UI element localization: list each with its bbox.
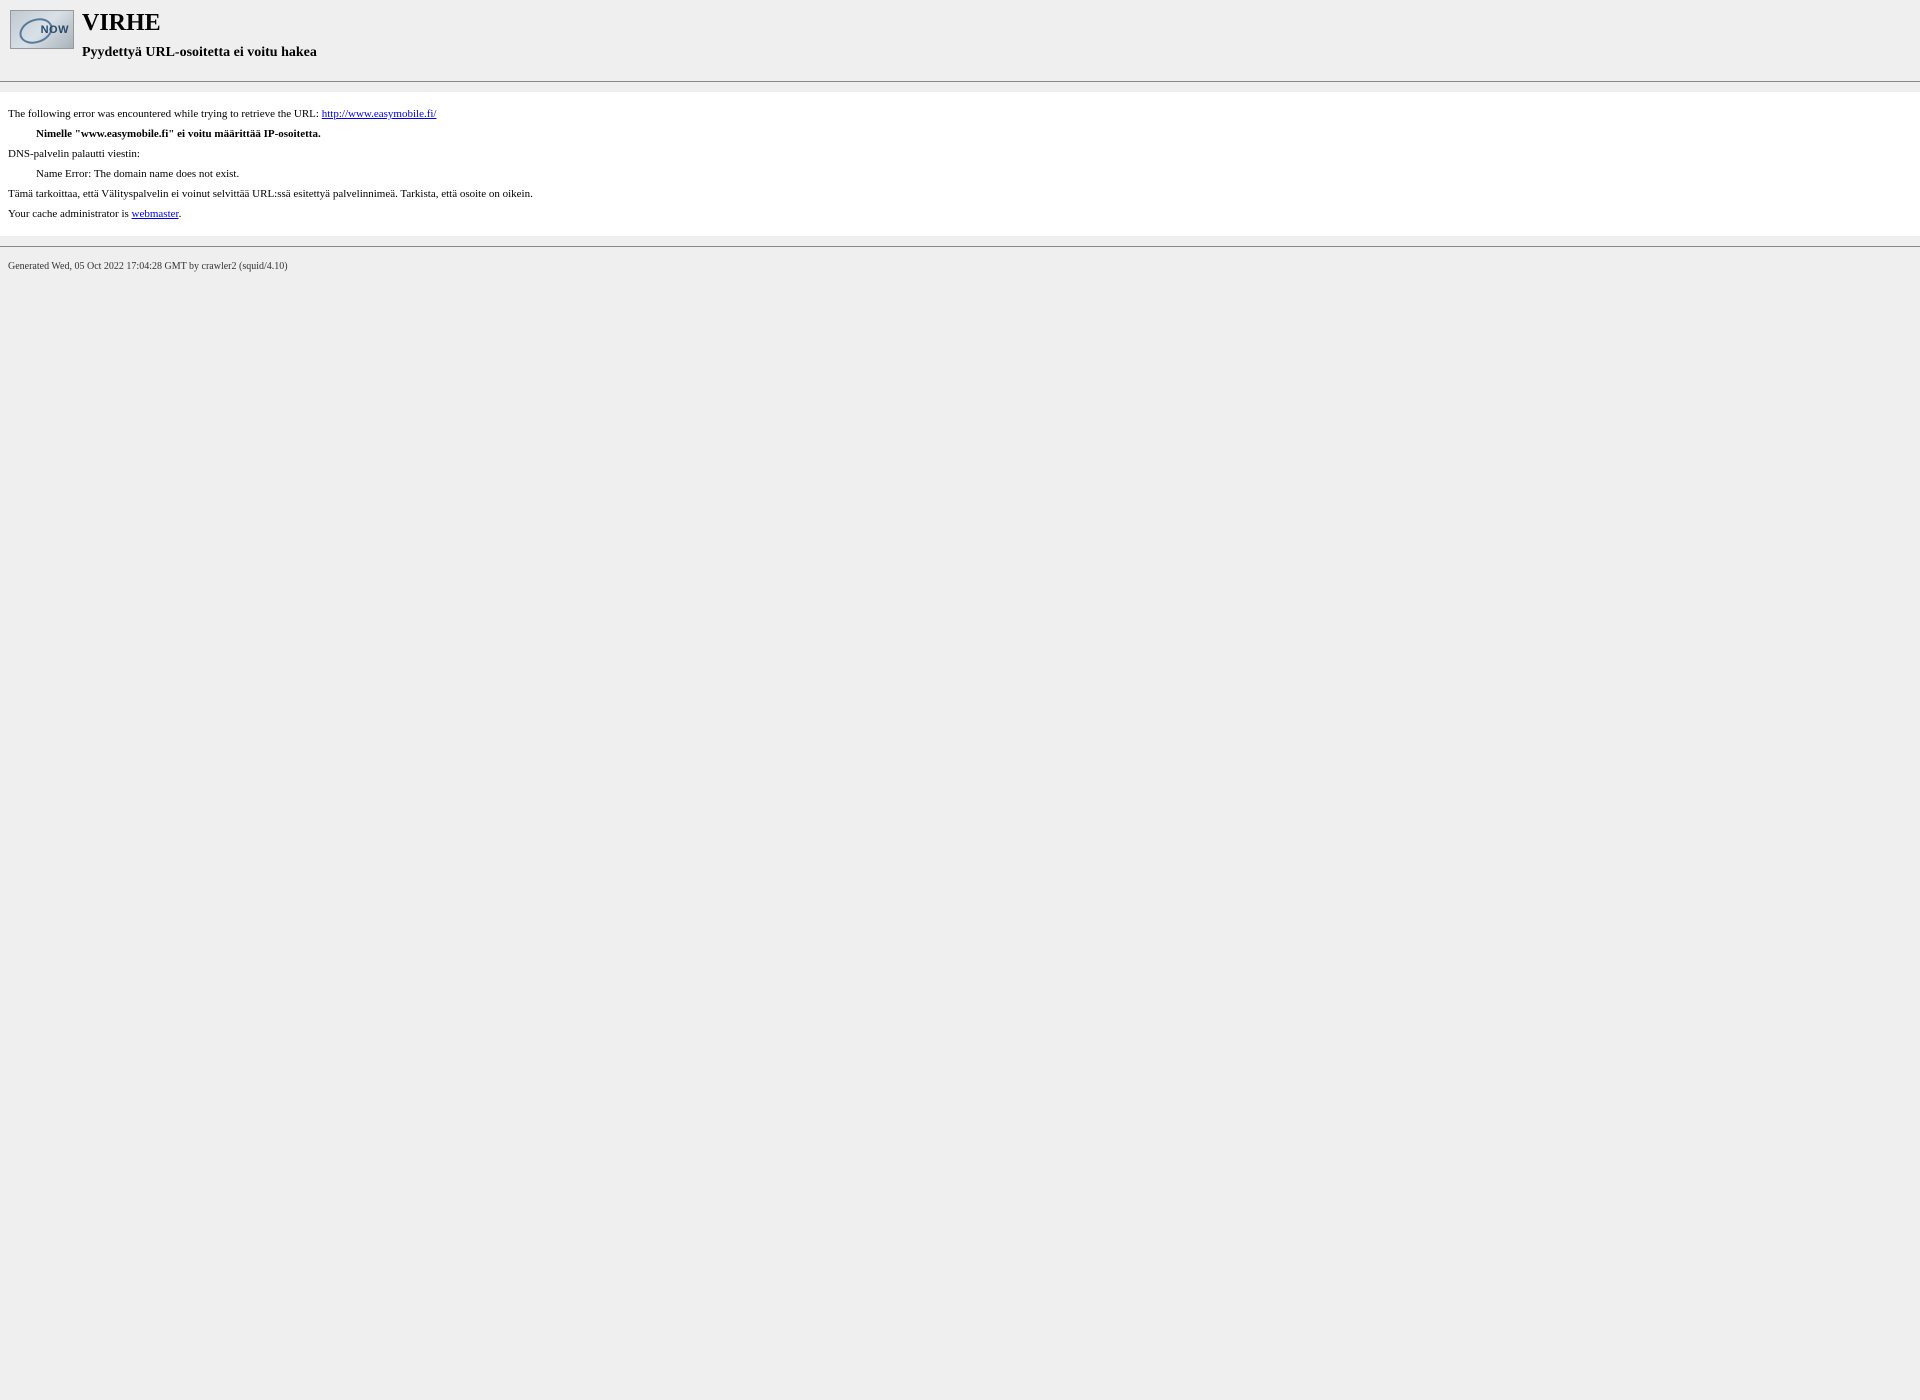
failed-url-link[interactable]: http://www.easymobile.fi/ (322, 108, 437, 120)
squid-logo: NOW (10, 10, 74, 49)
webmaster-link[interactable]: webmaster (132, 208, 179, 220)
page-header: NOW VIRHE Pyydettyä URL-osoitetta ei voi… (0, 0, 1920, 71)
dns-server-label: DNS-palvelin palautti viestin: (8, 148, 1912, 160)
admin-paragraph: Your cache administrator is webmaster. (8, 208, 1912, 220)
dns-error-message: Nimelle "www.easymobile.fi" ei voitu mää… (36, 128, 1912, 140)
header-text-block: VIRHE Pyydettyä URL-osoitetta ei voitu h… (82, 10, 317, 61)
divider-top (0, 81, 1920, 82)
admin-period: . (179, 208, 182, 220)
content-area: The following error was encountered whil… (0, 92, 1920, 236)
page-footer: Generated Wed, 05 Oct 2022 17:04:28 GMT … (0, 257, 1920, 276)
error-intro-paragraph: The following error was encountered whil… (8, 108, 1912, 120)
generated-timestamp: Generated Wed, 05 Oct 2022 17:04:28 GMT … (8, 261, 288, 272)
admin-intro-text: Your cache administrator is (8, 208, 132, 220)
error-intro-text: The following error was encountered whil… (8, 108, 322, 120)
error-title: VIRHE (82, 10, 317, 37)
explanation-text: Tämä tarkoittaa, että Välityspalvelin ei… (8, 188, 1912, 200)
error-subtitle: Pyydettyä URL-osoitetta ei voitu hakea (82, 45, 317, 61)
name-error-message: Name Error: The domain name does not exi… (36, 168, 1912, 180)
divider-bottom (0, 246, 1920, 247)
logo-text: NOW (41, 24, 69, 36)
